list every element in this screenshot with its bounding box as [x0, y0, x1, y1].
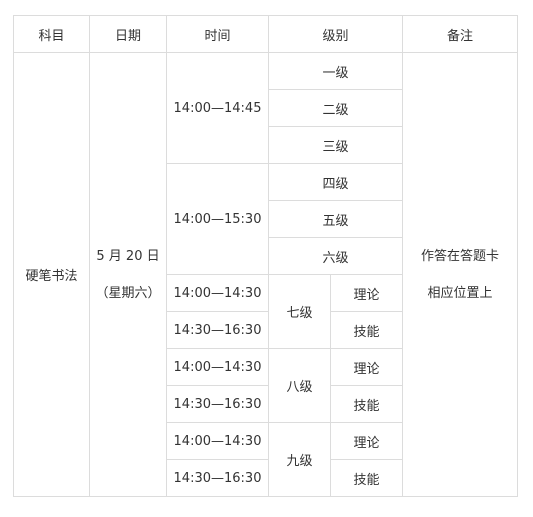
level-cell: 二级 — [267, 89, 404, 127]
exam-schedule-table: 科目 日期 时间 级别 备注 硬笔书法 5 月 20 日 （星期六） 14:00… — [13, 15, 519, 497]
part-cell: 理论 — [329, 348, 404, 386]
level-cell: 四级 — [267, 163, 404, 201]
time-cell: 14:30—16:30 — [166, 459, 269, 497]
note-cell: 作答在答题卡 相应位置上 — [402, 52, 519, 497]
table-row: 硬笔书法 5 月 20 日 （星期六） 14:00—14:45 一级 作答在答题… — [13, 52, 519, 497]
weekday-text: （星期六） — [95, 285, 161, 301]
header-time: 时间 — [166, 15, 269, 53]
level-cell: 五级 — [267, 200, 404, 238]
time-cell: 14:30—16:30 — [166, 385, 269, 423]
time-cell: 14:00—14:30 — [166, 274, 269, 312]
level-cell: 一级 — [267, 52, 404, 90]
level-cell: 七级 — [268, 274, 331, 349]
level-cell: 八级 — [268, 348, 331, 423]
part-cell: 理论 — [329, 422, 404, 460]
part-cell: 技能 — [329, 459, 404, 497]
header-note: 备注 — [402, 15, 519, 53]
time-cell: 14:00—15:30 — [166, 163, 269, 275]
date-text: 5 月 20 日 — [96, 248, 160, 264]
level-cell: 六级 — [267, 237, 404, 275]
subject-cell: 硬笔书法 — [13, 52, 90, 497]
note-line-2: 相应位置上 — [427, 285, 493, 301]
level-cell: 三级 — [267, 126, 404, 164]
time-cell: 14:30—16:30 — [166, 311, 269, 349]
header-date: 日期 — [89, 15, 167, 53]
note-line-1: 作答在答题卡 — [421, 248, 500, 264]
part-cell: 理论 — [329, 274, 404, 312]
level-cell: 九级 — [268, 422, 331, 497]
header-level: 级别 — [267, 15, 404, 53]
header-subject: 科目 — [13, 15, 90, 53]
part-cell: 技能 — [329, 385, 404, 423]
time-cell: 14:00—14:30 — [166, 348, 269, 386]
time-cell: 14:00—14:45 — [166, 52, 269, 164]
time-cell: 14:00—14:30 — [166, 422, 269, 460]
date-cell: 5 月 20 日 （星期六） — [89, 52, 167, 497]
part-cell: 技能 — [329, 311, 404, 349]
header-row: 科目 日期 时间 级别 备注 — [13, 15, 519, 53]
